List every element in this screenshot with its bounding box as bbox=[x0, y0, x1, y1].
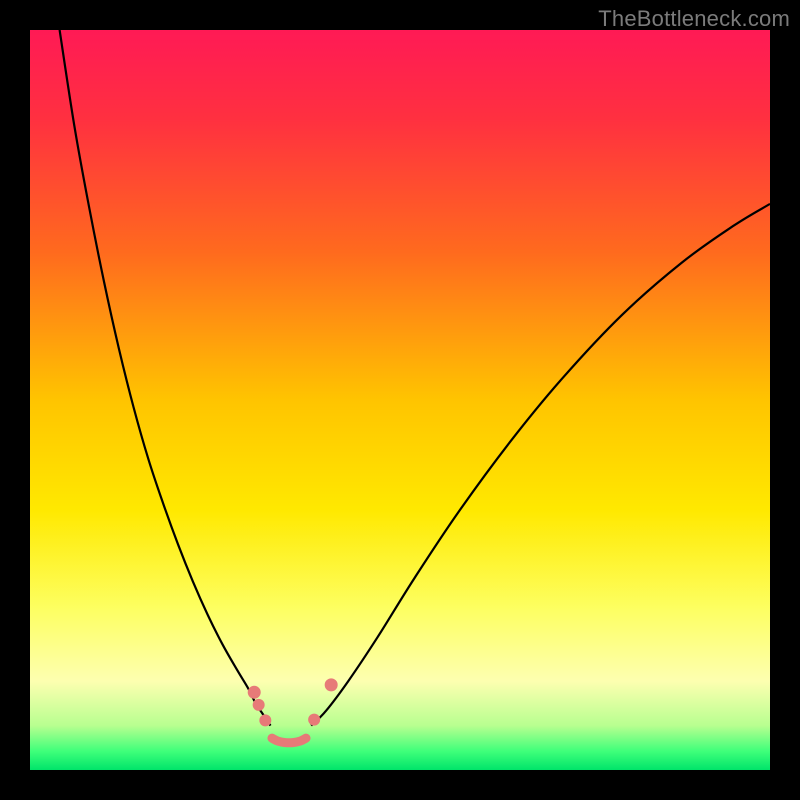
chart-svg bbox=[30, 30, 770, 770]
left-marker-low-point bbox=[259, 714, 271, 726]
plot-frame bbox=[30, 30, 770, 770]
gradient-background bbox=[30, 30, 770, 770]
watermark-text: TheBottleneck.com bbox=[598, 6, 790, 32]
right-marker-upper-point bbox=[325, 678, 338, 691]
left-marker-mid-point bbox=[253, 699, 265, 711]
basin-fill bbox=[272, 738, 306, 743]
right-marker-low-point bbox=[308, 714, 320, 726]
left-marker-upper-point bbox=[248, 686, 261, 699]
